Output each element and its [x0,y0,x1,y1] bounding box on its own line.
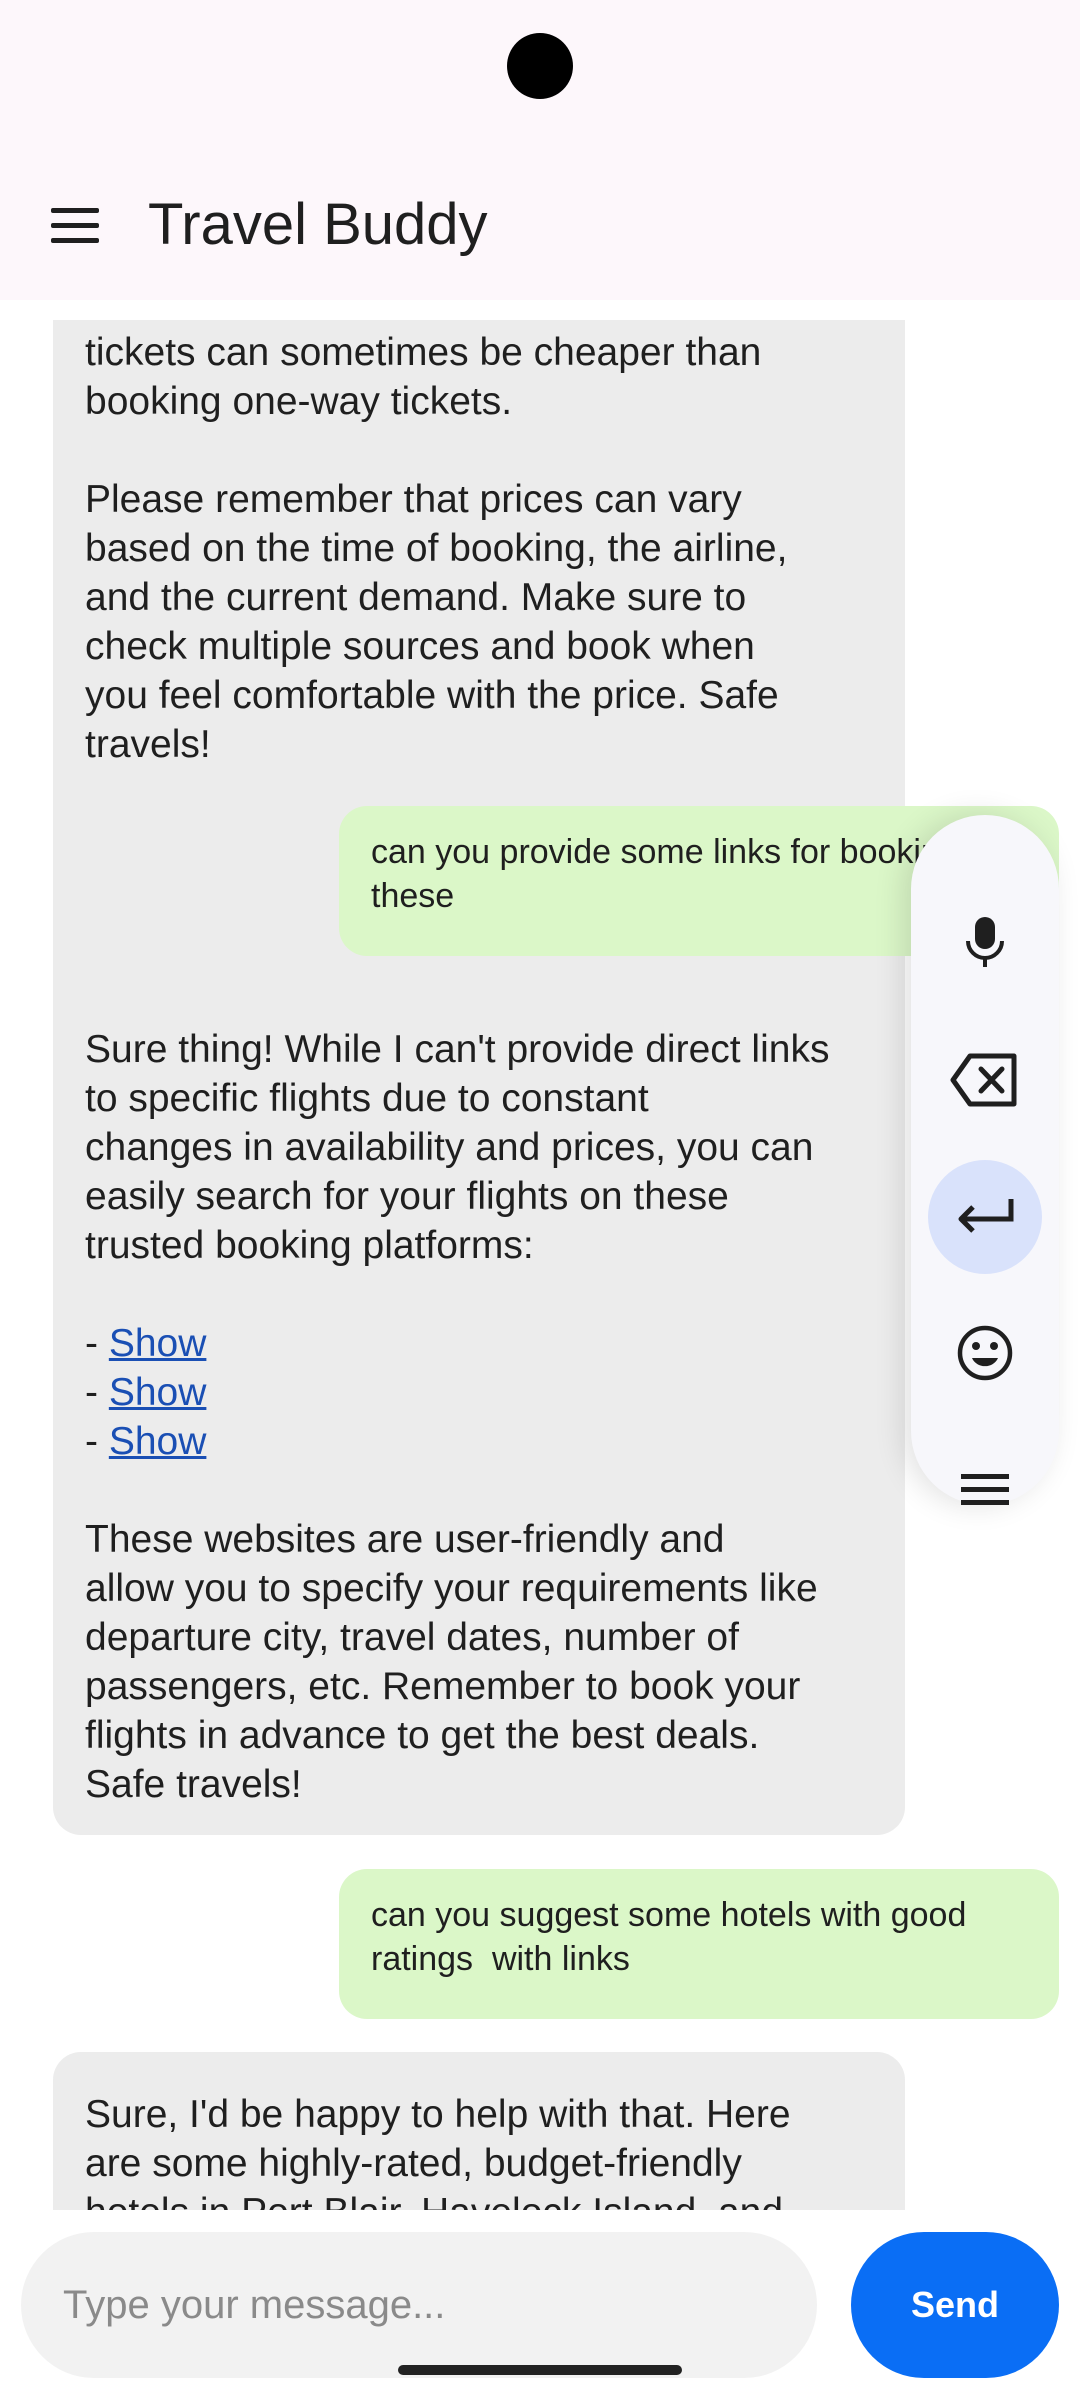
camera-cutout [507,33,573,99]
app-bar: Travel Buddy [0,130,1080,300]
message-text: Sure thing! While I can't provide direct… [85,1028,830,1267]
bot-message: Sure, I'd be happy to help with that. He… [53,2052,905,2210]
message-text: These websites are user-friendly and all… [85,1518,818,1806]
app-title: Travel Buddy [148,192,488,257]
status-bar [0,0,1080,130]
link-prefix: - [85,1420,109,1463]
message-input[interactable] [21,2232,817,2378]
booking-link[interactable]: Show [109,1371,207,1414]
send-button[interactable]: Send [851,2232,1059,2378]
link-prefix: - [85,1322,109,1365]
bot-message: Sure thing! While I can't provide direct… [53,989,905,1835]
bot-message: tickets can sometimes be cheaper than bo… [53,320,905,1094]
link-prefix: - [85,1371,109,1414]
booking-link[interactable]: Show [109,1420,207,1463]
booking-link[interactable]: Show [109,1322,207,1365]
enter-icon[interactable] [928,1160,1042,1274]
menu-icon[interactable] [30,180,120,270]
backspace-icon[interactable] [928,1023,1042,1137]
menu-icon[interactable] [928,1432,1042,1546]
home-indicator [398,2365,682,2375]
emoji-icon[interactable] [928,1296,1042,1410]
screen: Travel Buddy tickets can sometimes be ch… [0,0,1080,2400]
user-message: can you suggest some hotels with good ra… [339,1869,1059,2019]
keyboard-toolbar [911,815,1059,1505]
mic-icon[interactable] [928,886,1042,1000]
